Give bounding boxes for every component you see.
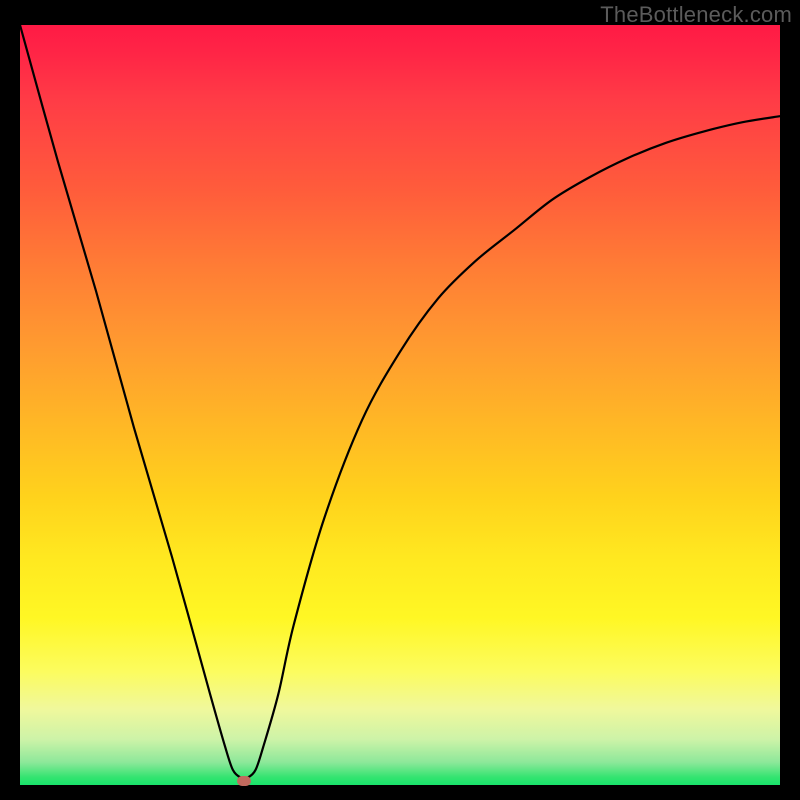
plot-area [20,25,780,785]
chart-frame: TheBottleneck.com [0,0,800,800]
curve-svg [20,25,780,785]
optimum-marker-icon [237,776,251,786]
bottleneck-curve [20,25,780,778]
